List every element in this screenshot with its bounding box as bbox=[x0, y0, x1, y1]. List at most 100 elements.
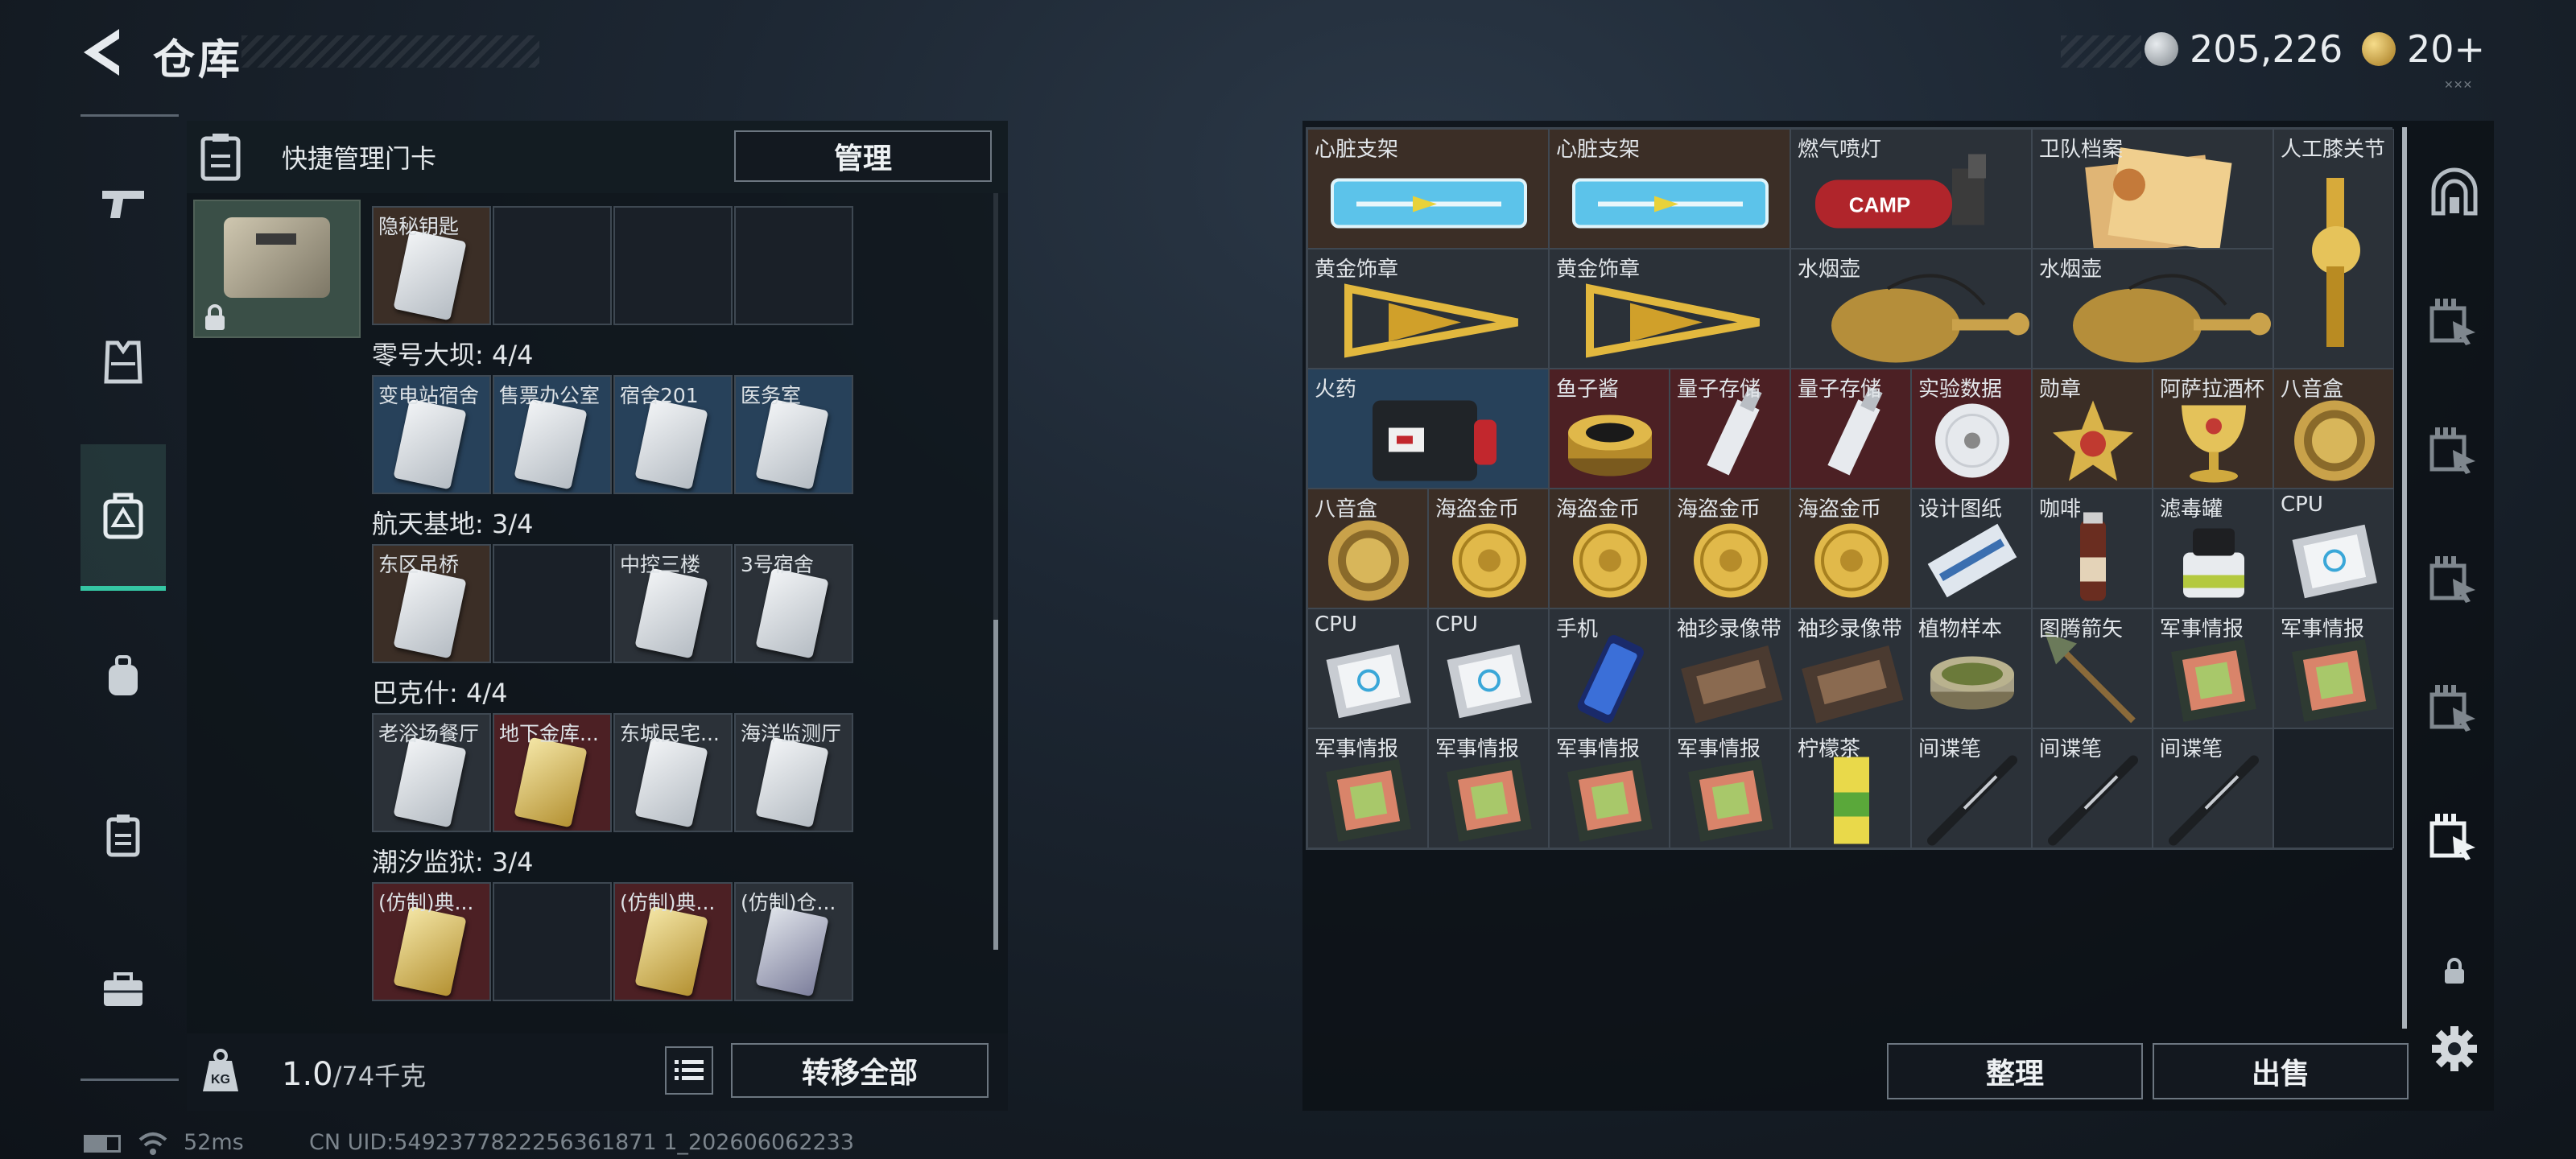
stash-item[interactable]: 袖珍录像带 bbox=[1790, 608, 1911, 728]
manage-button[interactable]: 管理 bbox=[734, 130, 992, 182]
nav-cards[interactable] bbox=[80, 787, 166, 884]
keycard-slot[interactable]: (仿制)典... bbox=[613, 882, 733, 1001]
keycard-image bbox=[634, 736, 708, 828]
stash-item[interactable]: 卫队档案 bbox=[2032, 129, 2273, 249]
nav-weapons[interactable] bbox=[80, 155, 166, 251]
list-icon bbox=[675, 1060, 704, 1080]
stash-item[interactable]: 黄金饰章 bbox=[1307, 249, 1549, 369]
stash-item[interactable]: 水烟壶 bbox=[2032, 249, 2273, 369]
stash-item[interactable]: 设计图纸 bbox=[1911, 489, 2032, 608]
empty-keycard-slot[interactable] bbox=[734, 206, 853, 325]
keycard-slot[interactable]: 东区吊桥 bbox=[372, 544, 491, 663]
stash-item[interactable]: 海盗金币 bbox=[1428, 489, 1549, 608]
stash-item[interactable]: 八音盒 bbox=[1307, 489, 1428, 608]
keycard-panel-title: 快捷管理门卡 bbox=[282, 143, 437, 174]
stash-item[interactable]: 八音盒 bbox=[2273, 369, 2394, 489]
keycard-slot[interactable]: 3号宿舍 bbox=[734, 544, 853, 663]
stash-scrollbar[interactable] bbox=[2402, 127, 2407, 1029]
tab-storage-overview[interactable] bbox=[2423, 161, 2486, 224]
stash-item[interactable]: 军事情报 bbox=[1307, 728, 1428, 848]
stash-item[interactable]: 柠檬茶 bbox=[1790, 728, 1911, 848]
stash-item[interactable]: 间谍笔 bbox=[2032, 728, 2153, 848]
tab-stash-4[interactable] bbox=[2423, 676, 2486, 739]
stash-item[interactable]: 植物样本 bbox=[1911, 608, 2032, 728]
stash-item[interactable]: 量子存储 bbox=[1790, 369, 1911, 489]
stash-item[interactable]: 海盗金币 bbox=[1790, 489, 1911, 608]
stash-item[interactable]: 心脏支架 bbox=[1549, 129, 1790, 249]
stash-item[interactable]: 勋章 bbox=[2032, 369, 2153, 489]
empty-keycard-slot[interactable] bbox=[493, 882, 612, 1001]
transfer-all-button[interactable]: 转移全部 bbox=[731, 1043, 989, 1098]
stash-item[interactable]: 火药 bbox=[1307, 369, 1549, 489]
stash-item[interactable]: CPU bbox=[2273, 489, 2394, 608]
keycard-slot[interactable]: 变电站宿舍 bbox=[372, 375, 491, 494]
keycard-slot[interactable]: (仿制)典... bbox=[372, 882, 491, 1001]
keycard-slot[interactable]: 宿舍201 bbox=[613, 375, 733, 494]
stash-item[interactable]: 黄金饰章 bbox=[1549, 249, 1790, 369]
stash-item[interactable]: 袖珍录像带 bbox=[1670, 608, 1790, 728]
keycard-slot[interactable]: 医务室 bbox=[734, 375, 853, 494]
keycard-label: 3号宿舍 bbox=[741, 553, 814, 576]
stash-item-label: 量子存储 bbox=[1798, 377, 1882, 402]
keycard-slot[interactable]: 售票办公室 bbox=[493, 375, 612, 494]
stash-item[interactable]: 咖啡 bbox=[2032, 489, 2153, 608]
stash-item[interactable]: 水烟壶 bbox=[1790, 249, 2032, 369]
keycard-slot[interactable]: 东城民宅... bbox=[613, 713, 733, 832]
stash-item[interactable]: 鱼子酱 bbox=[1549, 369, 1670, 489]
tab-lock[interactable] bbox=[2423, 940, 2486, 1003]
nav-keycards[interactable] bbox=[80, 444, 166, 591]
stash-item[interactable]: CAMP 燃气喷灯 bbox=[1790, 129, 2032, 249]
settings-button[interactable] bbox=[2423, 1017, 2486, 1080]
stash-item-label: 水烟壶 bbox=[1798, 258, 1861, 282]
keycard-slot[interactable]: (仿制)仓... bbox=[734, 882, 853, 1001]
stash-item[interactable]: 海盗金币 bbox=[1549, 489, 1670, 608]
keycard-slot[interactable]: 海洋监测厅 bbox=[734, 713, 853, 832]
stash-item[interactable]: 间谍笔 bbox=[2153, 728, 2273, 848]
keycard-slot[interactable]: 老浴场餐厅 bbox=[372, 713, 491, 832]
empty-keycard-slot[interactable] bbox=[493, 206, 612, 325]
tab-stash-3[interactable] bbox=[2423, 547, 2486, 610]
sell-button[interactable]: 出售 bbox=[2153, 1043, 2409, 1099]
tab-stash-2[interactable] bbox=[2423, 419, 2486, 481]
nav-tools[interactable] bbox=[80, 942, 166, 1038]
nav-backpack[interactable] bbox=[80, 628, 166, 724]
stash-item-label: 军事情报 bbox=[1677, 737, 1761, 761]
stash-item[interactable]: 心脏支架 bbox=[1307, 129, 1549, 249]
empty-keycard-slot[interactable] bbox=[493, 544, 612, 663]
silver-coin-icon bbox=[2145, 32, 2178, 66]
keycard-label: 变电站宿舍 bbox=[378, 384, 480, 407]
sort-button[interactable]: 整理 bbox=[1887, 1043, 2143, 1099]
stash-item[interactable]: 手机 bbox=[1549, 608, 1670, 728]
stash-item[interactable]: 军事情报 bbox=[1428, 728, 1549, 848]
stash-item[interactable]: 海盗金币 bbox=[1670, 489, 1790, 608]
stash-item[interactable]: 量子存储 bbox=[1670, 369, 1790, 489]
tab-stash-5[interactable] bbox=[2423, 805, 2486, 868]
stash-item[interactable]: CPU bbox=[1428, 608, 1549, 728]
keycard-slot[interactable]: 隐秘钥匙 bbox=[372, 206, 491, 325]
nav-armor[interactable] bbox=[80, 314, 166, 410]
stash-item[interactable]: 人工膝关节 bbox=[2273, 129, 2394, 369]
stash-item[interactable]: 军事情报 bbox=[1670, 728, 1790, 848]
keycard-image bbox=[755, 398, 829, 490]
stash-item[interactable]: 军事情报 bbox=[2153, 608, 2273, 728]
keycard-case-thumbnail[interactable] bbox=[193, 200, 361, 338]
tab-stash-1[interactable] bbox=[2423, 290, 2486, 353]
stash-item[interactable]: 实验数据 bbox=[1911, 369, 2032, 489]
stash-item[interactable]: 图腾箭矢 bbox=[2032, 608, 2153, 728]
stash-item[interactable]: 间谍笔 bbox=[1911, 728, 2032, 848]
stash-item[interactable]: 滤毒罐 bbox=[2153, 489, 2273, 608]
keycard-slot[interactable]: 中控三楼 bbox=[613, 544, 733, 663]
list-view-button[interactable] bbox=[665, 1046, 713, 1095]
keycard-label: (仿制)典... bbox=[620, 891, 716, 914]
stash-item[interactable]: 军事情报 bbox=[2273, 608, 2394, 728]
empty-stash-cell[interactable] bbox=[2273, 728, 2394, 848]
keycard-slot[interactable]: 地下金库... bbox=[493, 713, 612, 832]
stash-item[interactable]: 阿萨拉酒杯 bbox=[2153, 369, 2273, 489]
stash-item[interactable]: CPU bbox=[1307, 608, 1428, 728]
stash-item[interactable]: 军事情报 bbox=[1549, 728, 1670, 848]
keycard-image bbox=[514, 736, 588, 828]
section-title: 航天基地: 3/4 bbox=[372, 509, 534, 539]
empty-keycard-slot[interactable] bbox=[613, 206, 733, 325]
keycard-scrollbar-thumb[interactable] bbox=[993, 620, 998, 950]
back-button[interactable] bbox=[77, 24, 126, 80]
